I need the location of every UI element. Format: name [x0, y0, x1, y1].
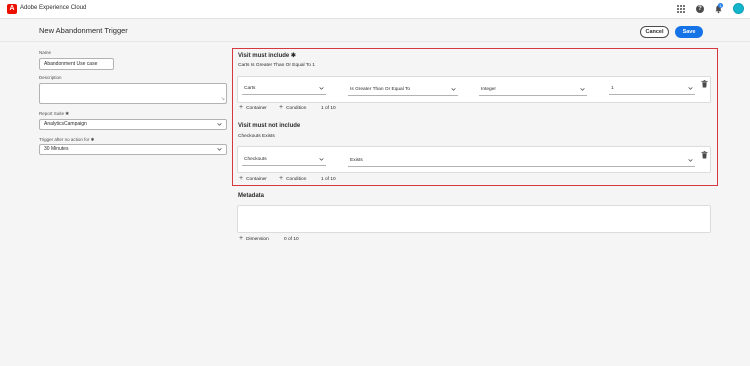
plus-icon: + [239, 104, 244, 111]
page-title: New Abandonment Trigger [39, 26, 128, 35]
chevron-down-icon [319, 87, 324, 90]
plus-icon: + [279, 175, 284, 182]
include-value-value: 1 [611, 86, 614, 91]
include-count: 1 of 10 [321, 106, 336, 111]
plus-icon: + [279, 104, 284, 111]
notification-badge: 1 [718, 3, 723, 8]
trigger-select[interactable]: 30 Minutes [39, 144, 227, 155]
include-dimension-value: Carts [244, 86, 256, 91]
include-section-title: Visit must include ✱ [238, 53, 296, 59]
name-field[interactable]: Abandonment Use case [39, 58, 114, 70]
chevron-down-icon [319, 158, 324, 161]
add-condition-label: Condition [286, 105, 307, 111]
chevron-down-icon [688, 87, 693, 90]
app-switcher-icon[interactable] [676, 4, 686, 14]
name-label: Name [39, 50, 52, 55]
include-dimension-select[interactable]: Carts [242, 84, 326, 95]
add-dimension-label: Dimension [246, 236, 269, 242]
add-condition-button[interactable]: + Condition [279, 175, 307, 182]
report-suite-label: Report Suite ✱ [39, 111, 70, 116]
description-label: Description [39, 75, 62, 80]
add-dimension-button[interactable]: + Dimension [239, 235, 269, 242]
add-container-label: Container [246, 176, 267, 182]
save-button[interactable]: Save [675, 26, 703, 38]
chevron-down-icon [217, 148, 222, 151]
top-bar: A Adobe Experience Cloud ? 1 [0, 0, 750, 19]
include-value-select[interactable]: 1 [609, 84, 695, 95]
chevron-down-icon [451, 88, 456, 91]
metadata-title: Metadata [238, 193, 265, 199]
exclude-section-title: Visit must not include [238, 123, 301, 129]
description-field[interactable]: ↘ [39, 83, 227, 104]
plus-icon: + [239, 175, 244, 182]
trigger-label: Trigger after no action for ✱ [39, 137, 95, 142]
trash-icon[interactable] [701, 151, 708, 159]
exclude-operator-select[interactable]: Exists [348, 156, 695, 167]
include-type-select[interactable]: Integer [479, 85, 587, 96]
chevron-down-icon [580, 88, 585, 91]
add-container-button[interactable]: + Container [239, 175, 267, 182]
exclude-dimension-select[interactable]: Checkouts [242, 155, 326, 166]
metadata-count: 0 of 10 [284, 237, 299, 242]
exclude-summary: Checkouts Exists [238, 134, 275, 139]
exclude-dimension-value: Checkouts [244, 157, 267, 162]
report-suite-value: AnalyticsCampaign [44, 121, 87, 127]
add-condition-button[interactable]: + Condition [279, 104, 307, 111]
report-suite-select[interactable]: AnalyticsCampaign [39, 119, 227, 130]
app-title[interactable]: Adobe Experience Cloud [20, 5, 86, 11]
include-operator-select[interactable]: Is Greater Than Or Equal To [348, 85, 458, 96]
name-field-value: Abandonment Use case [44, 61, 98, 67]
chevron-down-icon [688, 159, 693, 162]
trigger-value: 30 Minutes [44, 146, 69, 152]
plus-icon: + [239, 235, 244, 242]
metadata-box[interactable] [237, 205, 711, 233]
header-divider [0, 41, 750, 42]
avatar[interactable] [733, 3, 744, 14]
add-condition-label: Condition [286, 176, 307, 182]
include-operator-value: Is Greater Than Or Equal To [350, 87, 411, 92]
include-condition-row: Carts Is Greater Than Or Equal To Intege… [237, 76, 711, 103]
help-icon[interactable]: ? [696, 5, 704, 13]
cancel-button[interactable]: Cancel [640, 26, 669, 38]
exclude-condition-row: Checkouts Exists [237, 146, 711, 173]
include-summary: Carts Is Greater Than Or Equal To 1 [238, 63, 315, 68]
exclude-count: 1 of 10 [321, 177, 336, 182]
exclude-operator-value: Exists [350, 158, 363, 163]
add-container-label: Container [246, 105, 267, 111]
chevron-down-icon [217, 123, 222, 126]
resize-grip-icon[interactable]: ↘ [221, 97, 225, 102]
adobe-logo-icon[interactable]: A [7, 4, 17, 14]
trash-icon[interactable] [701, 80, 708, 88]
include-type-value: Integer [481, 87, 496, 92]
add-container-button[interactable]: + Container [239, 104, 267, 111]
